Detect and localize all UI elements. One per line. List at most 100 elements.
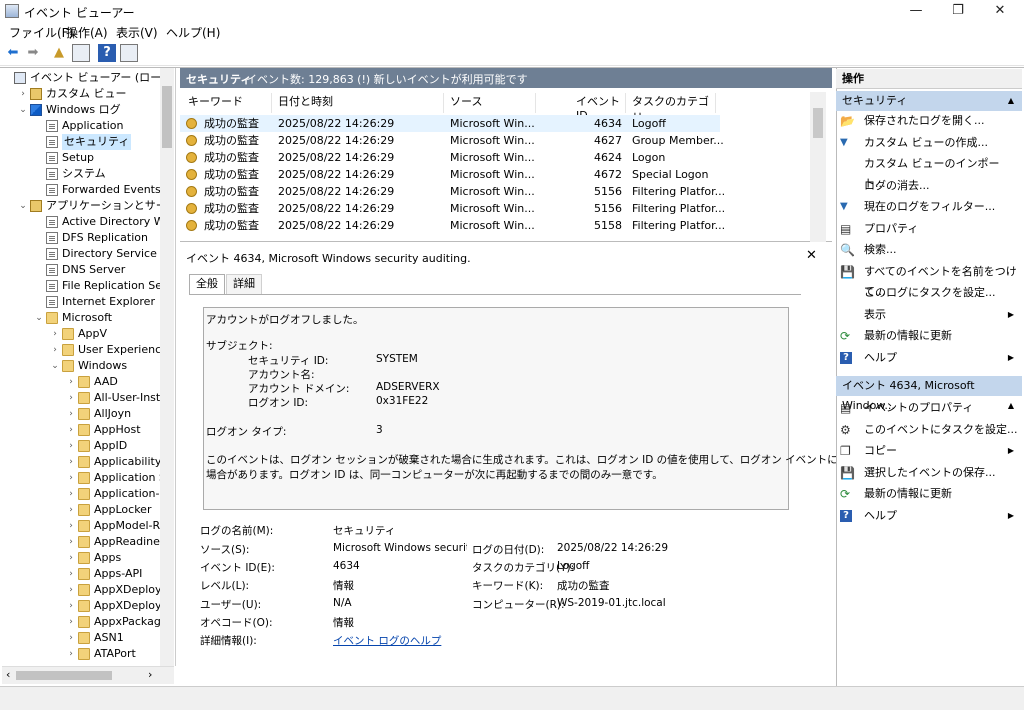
tree-item[interactable]: Application (2, 118, 162, 134)
help-icon[interactable]: ? (98, 44, 116, 62)
tree-item[interactable]: ⌄ Windows ログ (2, 102, 162, 118)
expander-icon[interactable]: › (66, 566, 76, 582)
expander-icon[interactable]: › (66, 390, 76, 406)
tree-item[interactable]: › AppModel-Ru (2, 518, 162, 534)
expander-icon[interactable]: › (66, 454, 76, 470)
event-row[interactable]: 成功の監査 2025/08/22 14:26:29 Microsoft Win...… (180, 183, 725, 200)
expander-icon[interactable]: › (66, 630, 76, 646)
event-row[interactable]: 成功の監査 2025/08/22 14:26:29 Microsoft Win...… (180, 166, 720, 183)
expander-icon[interactable]: ⌄ (50, 358, 60, 374)
expander-icon[interactable]: › (66, 502, 76, 518)
action-item[interactable]: ? ヘルプ ▶ (840, 348, 1020, 368)
menu-file[interactable]: ファイル(F) (9, 24, 73, 41)
event-list-scrollbar[interactable] (810, 92, 826, 242)
event-row[interactable]: 成功の監査 2025/08/22 14:26:29 Microsoft Win...… (180, 217, 725, 234)
column-task-category[interactable]: タスクのカテゴリ (632, 93, 716, 124)
expander-icon[interactable]: › (66, 486, 76, 502)
event-log-help-link[interactable]: イベント ログのヘルプ (333, 633, 441, 648)
column-keyword[interactable]: キーワード (188, 93, 272, 113)
back-arrow-icon[interactable]: ⬅ (4, 44, 22, 62)
expander-icon[interactable]: › (66, 614, 76, 630)
event-row[interactable]: 成功の監査 2025/08/22 14:26:29 Microsoft Win...… (180, 132, 724, 149)
tree-item[interactable]: › カスタム ビュー (2, 86, 162, 102)
expander-icon[interactable]: › (66, 534, 76, 550)
event-row[interactable]: 成功の監査 2025/08/22 14:26:29 Microsoft Win...… (180, 149, 720, 166)
action-item[interactable]: ログの消去... (840, 176, 1020, 196)
forward-arrow-icon[interactable]: ➡ (24, 44, 42, 62)
tree-item[interactable]: › AppReadiness (2, 534, 162, 550)
action-item[interactable]: ❐ コピー ▶ (840, 441, 1020, 461)
expander-icon[interactable]: › (66, 550, 76, 566)
action-item[interactable]: ▤ プロパティ (840, 219, 1020, 239)
tree-item[interactable]: › Apps-API (2, 566, 162, 582)
tree-item[interactable]: › AppHost (2, 422, 162, 438)
expander-icon[interactable]: › (50, 342, 60, 358)
tree-item[interactable]: DNS Server (2, 262, 162, 278)
menu-view[interactable]: 表示(V) (116, 24, 158, 41)
expander-icon[interactable]: › (66, 646, 76, 662)
expander-icon[interactable]: › (66, 582, 76, 598)
collapse-icon[interactable]: ▲ (1008, 91, 1014, 111)
tree-item[interactable]: › AppLocker (2, 502, 162, 518)
event-row[interactable]: 成功の監査 2025/08/22 14:26:29 Microsoft Win...… (180, 200, 725, 217)
event-row[interactable]: 成功の監査 2025/08/22 14:26:29 Microsoft Win...… (180, 115, 720, 132)
maximize-button[interactable]: ❐ (938, 0, 978, 22)
action-item[interactable]: ? ヘルプ ▶ (840, 506, 1020, 526)
expander-icon[interactable]: › (66, 518, 76, 534)
tree-item[interactable]: › AppXDeploym (2, 582, 162, 598)
close-button[interactable]: ✕ (980, 0, 1020, 22)
tab-details[interactable]: 詳細 (226, 274, 262, 294)
expander-icon[interactable]: › (66, 438, 76, 454)
minimize-button[interactable]: — (896, 0, 936, 22)
tree-item[interactable]: › Apps (2, 550, 162, 566)
tree-item[interactable]: › ASN1 (2, 630, 162, 646)
action-item[interactable]: 📂 保存されたログを開く... (840, 111, 1020, 131)
tree-item[interactable]: Directory Service (2, 246, 162, 262)
expander-icon[interactable]: ⌄ (18, 102, 28, 118)
tree-item[interactable]: ⌄ Windows (2, 358, 162, 374)
tree-item[interactable]: ⌄ アプリケーションとサービス ログ (2, 198, 162, 214)
action-item[interactable]: 💾 選択したイベントの保存... (840, 463, 1020, 483)
action-item[interactable]: このログにタスクを設定... (840, 283, 1020, 303)
column-datetime[interactable]: 日付と時刻 (278, 93, 444, 113)
action-item[interactable]: ⟳ 最新の情報に更新 (840, 326, 1020, 346)
detail-close-icon[interactable]: ✕ (806, 248, 817, 263)
tree-item[interactable]: › All-User-Instal (2, 390, 162, 406)
tab-general[interactable]: 全般 (189, 274, 225, 294)
tree-item[interactable]: Setup (2, 150, 162, 166)
action-item[interactable]: ▼ 現在のログをフィルター... (840, 197, 1020, 217)
expander-icon[interactable]: › (66, 422, 76, 438)
expander-icon[interactable]: › (18, 86, 28, 102)
tree-horizontal-scrollbar[interactable]: ‹ › (2, 666, 174, 684)
tree-item[interactable]: › ATAPort (2, 646, 162, 662)
action-item[interactable]: 💾 すべてのイベントを名前をつけて... (840, 262, 1020, 298)
up-folder-icon[interactable]: ▲ (50, 44, 68, 62)
expander-icon[interactable]: › (66, 470, 76, 486)
tree-item[interactable]: › AAD (2, 374, 162, 390)
tree-item[interactable]: › Application Se (2, 470, 162, 486)
tree-item[interactable]: › ApplicabilityEr (2, 454, 162, 470)
action-item[interactable]: ⚙ このイベントにタスクを設定... (840, 420, 1020, 440)
actions-section-log[interactable]: セキュリティ ▲ (836, 91, 1022, 111)
expander-icon[interactable]: › (66, 374, 76, 390)
tree-item[interactable]: › Application-Ex (2, 486, 162, 502)
expander-icon[interactable]: ⌄ (18, 198, 28, 214)
tree-item[interactable]: Active Directory Web (2, 214, 162, 230)
tree-item[interactable]: セキュリティ (2, 134, 162, 150)
tree-item[interactable]: › AppID (2, 438, 162, 454)
tree-item[interactable]: › AppXDeploym (2, 598, 162, 614)
tree-item[interactable]: › AllJoyn (2, 406, 162, 422)
action-item[interactable]: 🔍 検索... (840, 240, 1020, 260)
tree-item[interactable]: Forwarded Events (2, 182, 162, 198)
action-item[interactable]: 表示 ▶ (840, 305, 1020, 325)
tree-item[interactable]: イベント ビューアー (ローカル) (2, 70, 162, 86)
tree-item[interactable]: ⌄ Microsoft (2, 310, 162, 326)
tree-item[interactable]: システム (2, 166, 162, 182)
expander-icon[interactable]: › (66, 406, 76, 422)
tree-item[interactable]: › AppV (2, 326, 162, 342)
show-tree-icon[interactable] (72, 44, 90, 62)
show-action-pane-icon[interactable] (120, 44, 138, 62)
expander-icon[interactable]: ⌄ (34, 310, 44, 326)
column-event-id[interactable]: イベント ID (576, 93, 626, 122)
menu-action[interactable]: 操作(A) (66, 24, 108, 41)
